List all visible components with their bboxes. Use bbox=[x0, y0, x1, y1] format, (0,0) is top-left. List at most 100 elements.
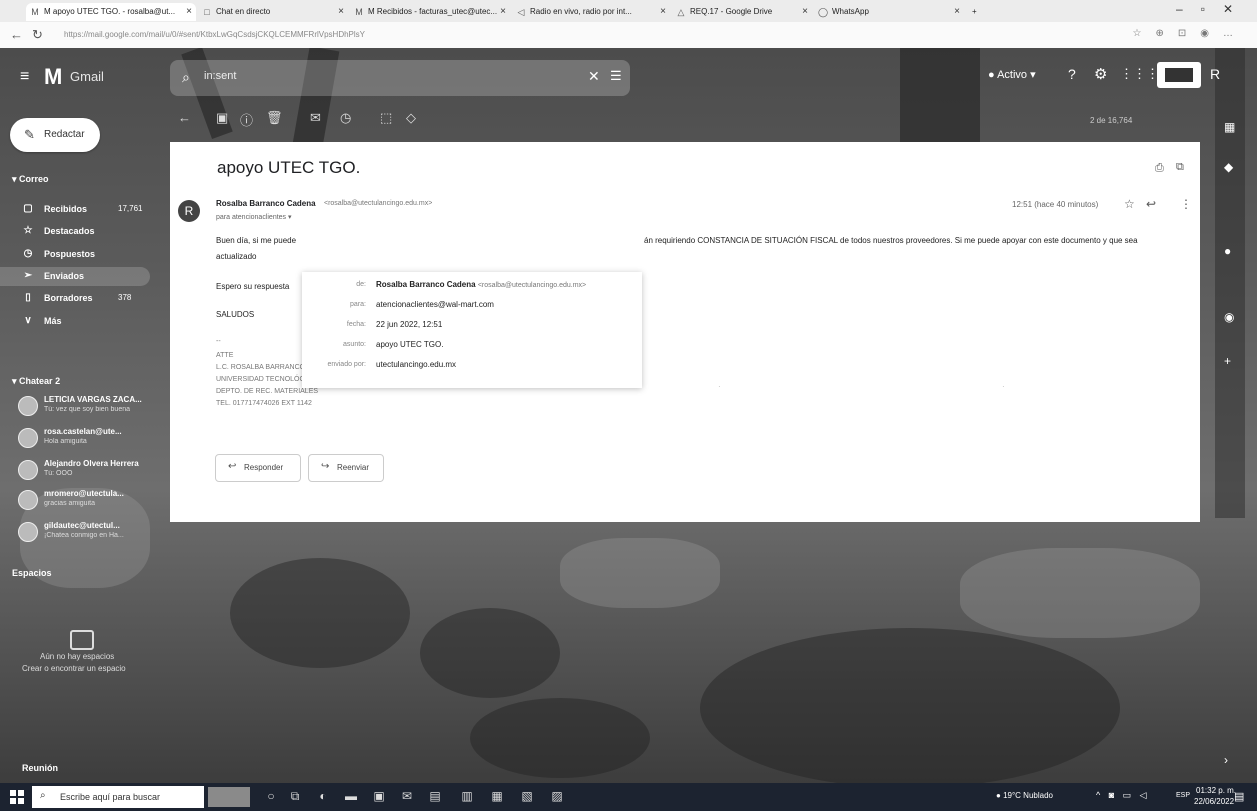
back-arrow-icon[interactable]: ← bbox=[10, 27, 23, 42]
sidebar-item-inbox[interactable]: ▢ Recibidos 17,761 bbox=[0, 200, 150, 219]
window-controls[interactable]: –▫✕ bbox=[1176, 2, 1251, 16]
sidebar-item-drafts[interactable]: ▯ Borradores 378 bbox=[0, 289, 150, 308]
browser-tab-chat[interactable]: □ Chat en directo × bbox=[198, 3, 348, 21]
search-icon[interactable]: ⌕ bbox=[182, 69, 190, 86]
body-text: Buen día, si me puede bbox=[216, 236, 297, 245]
background-image bbox=[420, 608, 560, 698]
search-input[interactable]: in:sent bbox=[204, 70, 236, 82]
compose-button[interactable]: ✎ Redactar bbox=[10, 118, 100, 152]
gmail-app: ≡ M Gmail ⌕ in:sent ✕ ☰ ● Activo ▾ ? ⚙ ⋮… bbox=[0, 48, 1257, 783]
clear-search-icon[interactable]: ✕ bbox=[588, 68, 600, 85]
url-field[interactable]: https://mail.google.com/mail/u/0/#sent/K… bbox=[64, 26, 1064, 44]
sender-name[interactable]: Rosalba Barranco Cadena bbox=[216, 199, 316, 208]
tab-close-icon[interactable]: × bbox=[500, 3, 506, 21]
section-mail-header[interactable]: ▾ Correo bbox=[12, 174, 49, 185]
trash-icon[interactable]: 🗑 bbox=[266, 110, 283, 126]
tab-close-icon[interactable]: × bbox=[186, 3, 192, 21]
star-icon[interactable]: ☆ bbox=[1124, 197, 1135, 211]
gear-icon[interactable]: ⚙ bbox=[1094, 65, 1107, 83]
chat-item[interactable]: gildautec@utectul... ¡Chatea conmigo en … bbox=[14, 520, 154, 544]
calendar-icon[interactable]: ▦ bbox=[1224, 120, 1235, 134]
recipient-details-toggle[interactable]: para atencionaclientes ▾ bbox=[216, 213, 292, 221]
more-options-icon[interactable]: ⋮ bbox=[1180, 197, 1192, 211]
mark-unread-icon[interactable]: ✉ bbox=[310, 110, 321, 126]
windows-start-icon[interactable] bbox=[10, 790, 24, 804]
browser-tab-gmail-message[interactable]: M M apoyo UTEC TGO. - rosalba@ut... × bbox=[26, 3, 196, 21]
browser-tab-radio[interactable]: ◁ Radio en vivo, radio por int... × bbox=[512, 3, 670, 21]
file-explorer-icon[interactable]: ▬ bbox=[344, 789, 358, 803]
whatsapp-favicon-icon: ◯ bbox=[818, 7, 829, 17]
store-icon[interactable]: ▣ bbox=[372, 789, 386, 803]
move-to-icon[interactable]: ⬚ bbox=[380, 110, 392, 126]
section-meet-header[interactable]: Reunión bbox=[22, 763, 58, 773]
section-spaces-header[interactable]: Espacios bbox=[12, 568, 52, 578]
tab-close-icon[interactable]: × bbox=[660, 3, 666, 21]
spaces-find-link[interactable]: Crear o encontrar un espacio bbox=[22, 664, 126, 673]
task-view-icon[interactable]: ⧉ bbox=[288, 789, 302, 803]
add-addon-icon[interactable]: + bbox=[1224, 354, 1231, 368]
forward-button[interactable]: ↪ Reenviar bbox=[308, 454, 384, 482]
gmail-favicon-icon: M bbox=[355, 7, 363, 17]
clock-time[interactable]: 01:32 p. m. bbox=[1196, 786, 1236, 795]
clock-date[interactable]: 22/06/2022 bbox=[1194, 797, 1234, 806]
gmail-logo-icon[interactable]: M bbox=[44, 64, 62, 90]
label-icon[interactable]: ◇ bbox=[406, 110, 416, 126]
contacts-icon[interactable]: ● bbox=[1224, 244, 1231, 258]
app-icon[interactable]: ▤ bbox=[428, 789, 442, 803]
tab-close-icon[interactable]: × bbox=[338, 3, 344, 21]
section-chat-header[interactable]: ▾ Chatear 2 bbox=[12, 376, 60, 387]
tasks-icon[interactable]: ◉ bbox=[1224, 310, 1234, 324]
hamburger-menu-icon[interactable]: ≡ bbox=[20, 68, 29, 86]
chat-item[interactable]: LETICIA VARGAS ZACA... Tú: vez que soy b… bbox=[14, 394, 154, 418]
sidebar-item-more[interactable]: ∨ Más bbox=[0, 312, 150, 331]
edge-icon[interactable]: ◐ bbox=[316, 789, 330, 803]
system-tray-icons[interactable]: ^ ◙ ▭ ◁ bbox=[1096, 790, 1150, 801]
help-icon[interactable]: ? bbox=[1068, 66, 1076, 82]
details-value: Rosalba Barranco Cadena <rosalba@utectul… bbox=[376, 280, 586, 289]
taskbar-search-box[interactable]: ⌕ Escribe aquí para buscar bbox=[32, 786, 204, 808]
search-highlight-image[interactable] bbox=[208, 787, 250, 807]
background-image bbox=[1215, 48, 1245, 518]
sidebar-item-sent[interactable]: ➢ Enviados bbox=[0, 267, 150, 286]
excel-icon[interactable]: ▦ bbox=[490, 789, 504, 803]
sender-avatar[interactable]: R bbox=[178, 200, 200, 222]
expand-side-panel-icon[interactable]: › bbox=[1224, 753, 1228, 767]
browser-tab-inbox[interactable]: M M Recibidos - facturas_utec@utec... × bbox=[350, 3, 510, 21]
apps-grid-icon[interactable]: ⋮⋮⋮ bbox=[1120, 66, 1159, 82]
reload-icon[interactable]: ↻ bbox=[32, 27, 43, 43]
sidebar-item-starred[interactable]: ☆ Destacados bbox=[0, 222, 150, 241]
account-avatar[interactable]: R bbox=[1210, 66, 1220, 82]
sidebar-item-snoozed[interactable]: ◷ Pospuestos bbox=[0, 245, 150, 264]
keep-icon[interactable]: ◆ bbox=[1224, 160, 1233, 174]
back-arrow-icon[interactable]: ← bbox=[178, 110, 191, 125]
cortana-icon[interactable]: ○ bbox=[264, 789, 278, 803]
details-label: fecha: bbox=[346, 321, 366, 328]
status-indicator[interactable]: ● Activo ▾ bbox=[988, 68, 1036, 81]
chat-item[interactable]: Alejandro Olvera Herrera Tú: OOO bbox=[14, 458, 154, 482]
archive-icon[interactable]: ▣ bbox=[216, 110, 228, 126]
search-options-icon[interactable]: ☰ bbox=[610, 68, 622, 84]
app-icon[interactable]: ▨ bbox=[550, 789, 564, 803]
search-bar[interactable]: ⌕ in:sent ✕ ☰ bbox=[170, 60, 630, 96]
tab-close-icon[interactable]: × bbox=[954, 3, 960, 21]
weather-widget[interactable]: ● 19°C Nublado bbox=[996, 791, 1053, 800]
browser-tab-whatsapp[interactable]: ◯ WhatsApp × bbox=[814, 3, 964, 21]
print-icon[interactable]: ⎙ bbox=[1155, 162, 1164, 175]
report-spam-icon[interactable]: ⓘ bbox=[240, 110, 253, 129]
mail-icon[interactable]: ✉ bbox=[400, 789, 414, 803]
open-in-new-window-icon[interactable]: ⧉ bbox=[1176, 161, 1184, 174]
notification-icon[interactable]: ▤ bbox=[1234, 790, 1244, 803]
word-icon[interactable]: ▧ bbox=[520, 789, 534, 803]
browser-tab-drive[interactable]: △ REQ.17 - Google Drive × bbox=[672, 3, 812, 21]
chat-item[interactable]: mromero@utectula... gracias amiguita bbox=[14, 488, 154, 512]
chat-item[interactable]: rosa.castelan@ute... Hola amiguita bbox=[14, 426, 154, 450]
snooze-icon[interactable]: ◷ bbox=[340, 110, 351, 126]
tab-close-icon[interactable]: × bbox=[802, 3, 808, 21]
browser-toolbar-icons[interactable]: ☆⊕⊡◉… bbox=[1133, 28, 1247, 39]
reply-icon[interactable]: ↩ bbox=[1146, 197, 1156, 211]
language-indicator[interactable]: ESP bbox=[1176, 792, 1190, 799]
new-tab-button[interactable]: + bbox=[968, 3, 988, 21]
gmail-wordmark[interactable]: Gmail bbox=[70, 69, 104, 84]
app-icon[interactable]: ▥ bbox=[460, 789, 474, 803]
reply-button[interactable]: ↩ Responder bbox=[215, 454, 301, 482]
